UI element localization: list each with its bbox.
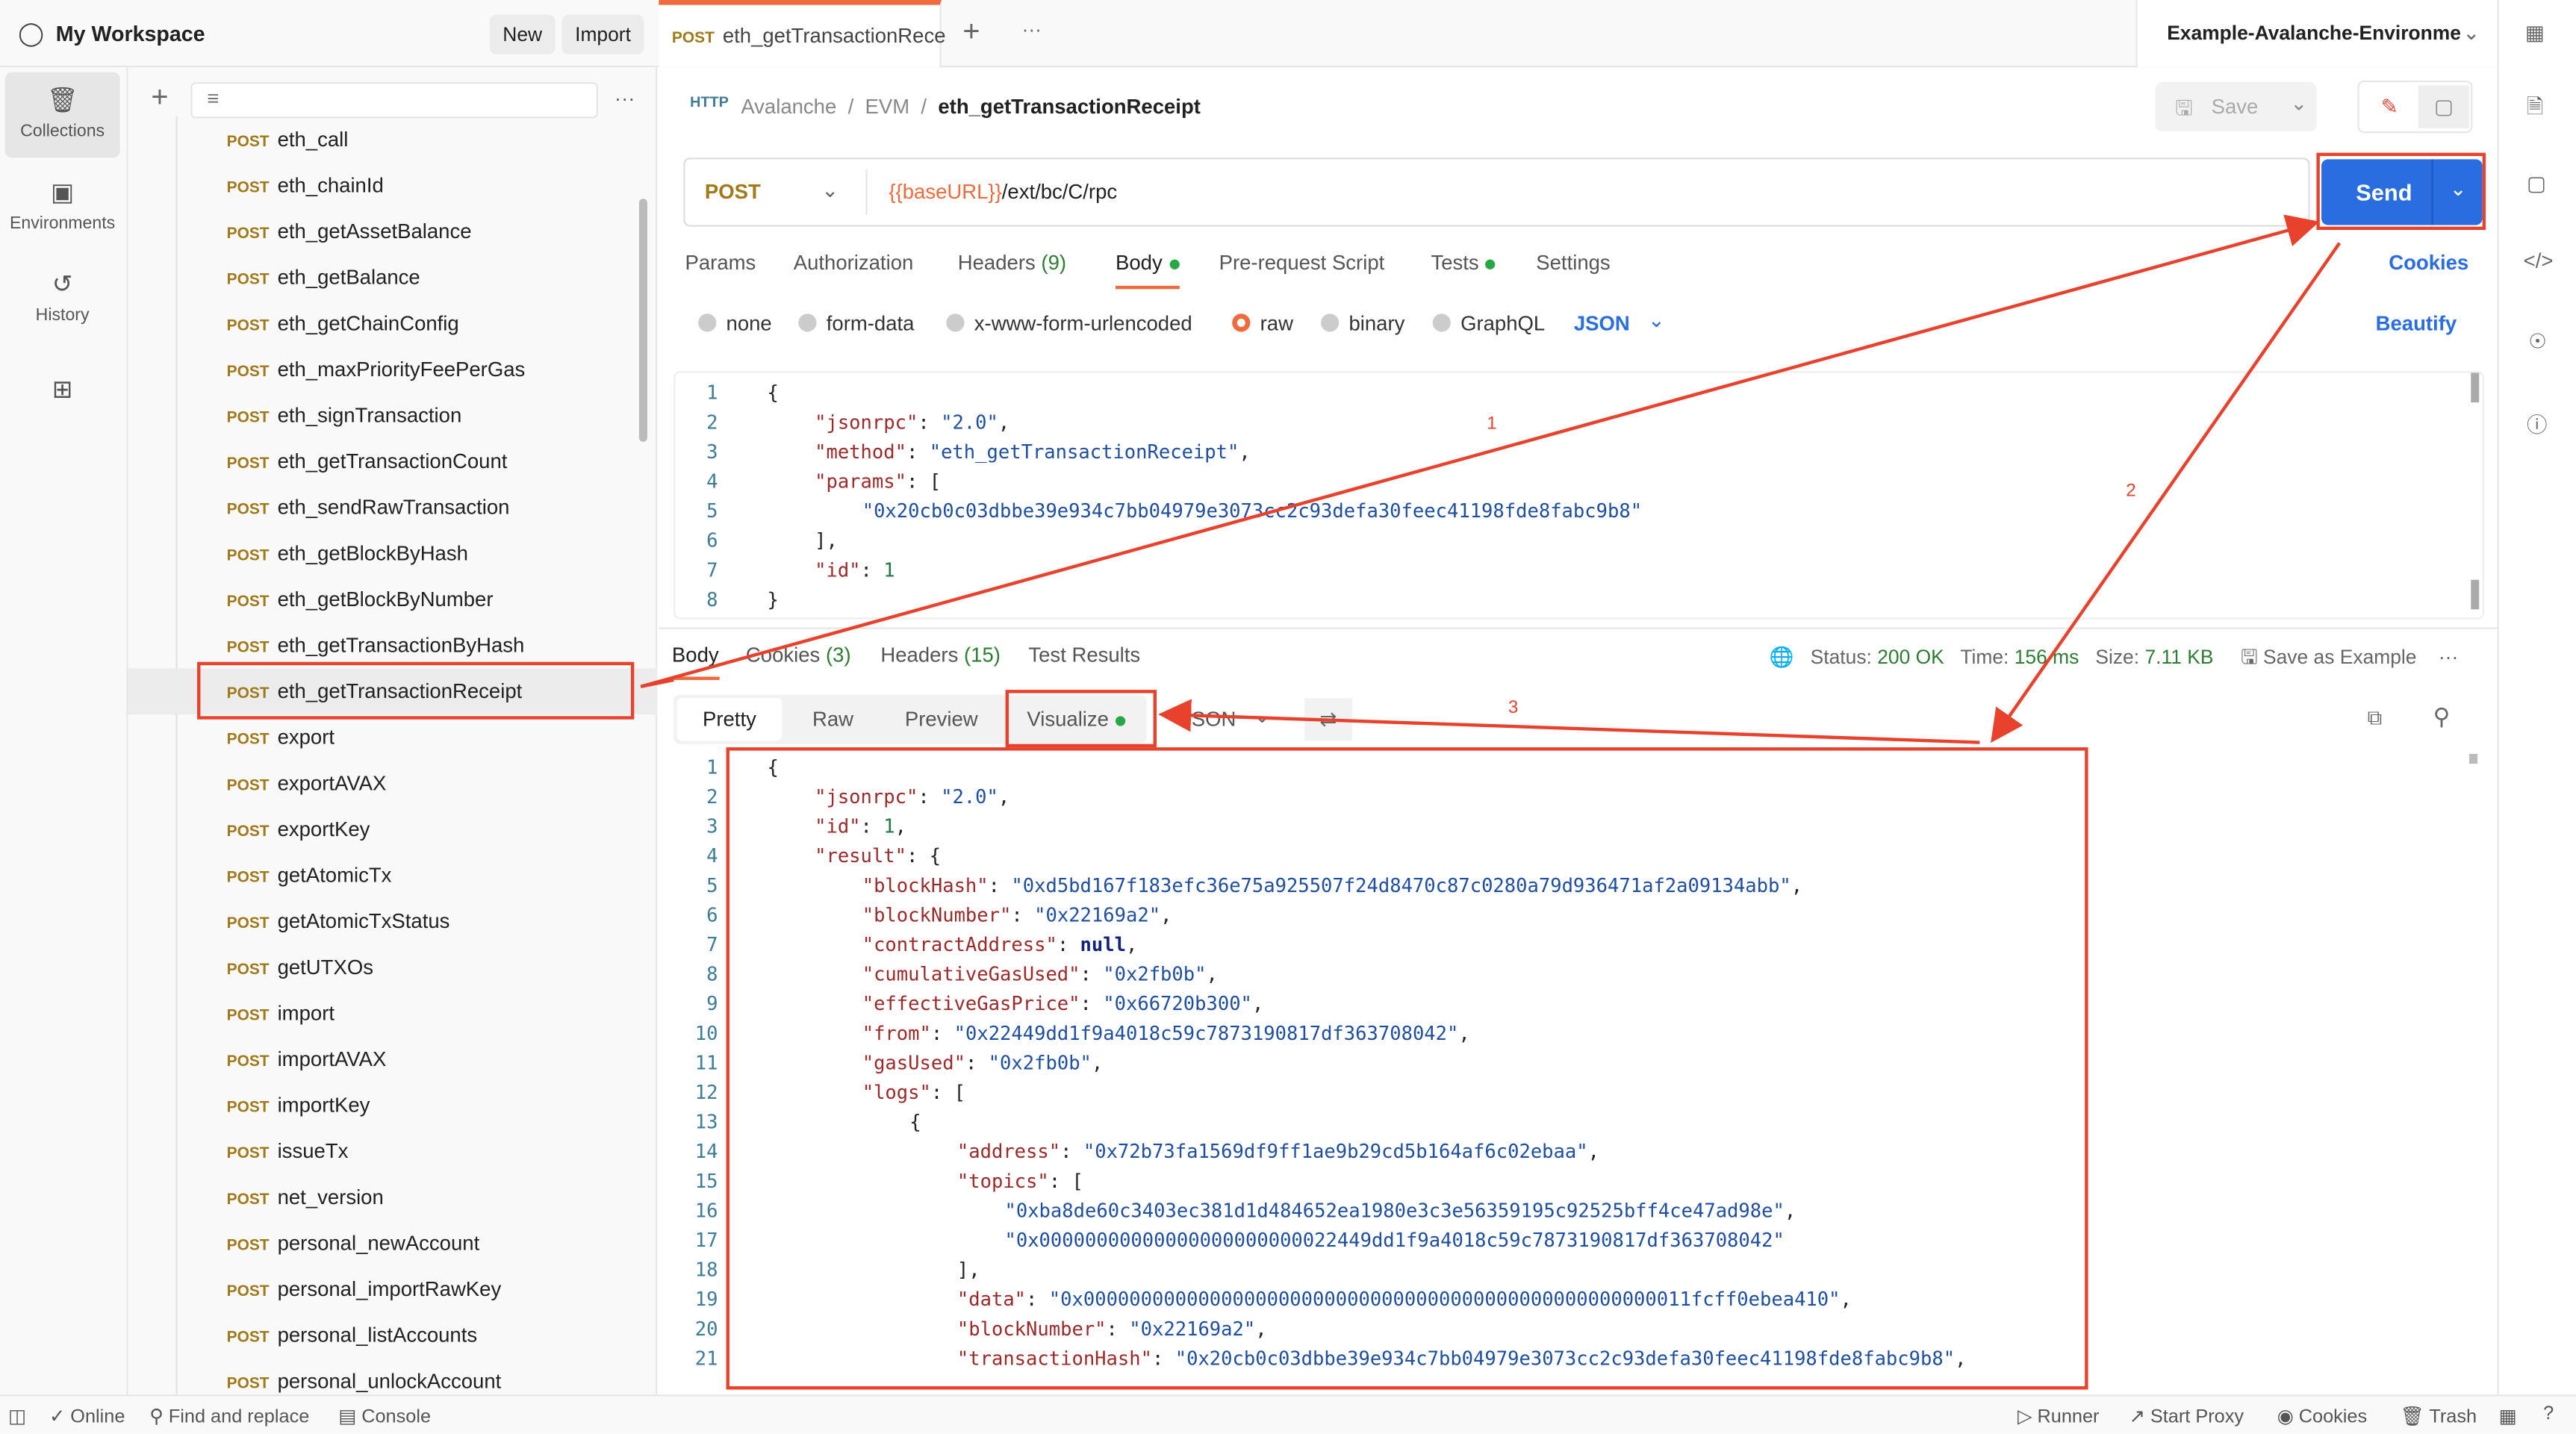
annotation-label-2: 2 — [2126, 480, 2135, 500]
arrow-1 — [640, 214, 2320, 688]
collections-icon: 🗑 — [46, 87, 78, 116]
rail-label: Collections — [20, 121, 105, 142]
rail-history[interactable]: ↺ History — [5, 256, 120, 341]
apps-icon: ⊞ — [52, 375, 73, 405]
annotation-label-3: 3 — [1508, 697, 1518, 717]
rail-collections[interactable]: 🗑 Collections — [4, 72, 120, 158]
history-icon: ↺ — [52, 271, 73, 299]
highlight-visualize-tab — [1005, 690, 1157, 748]
highlight-response-body — [726, 747, 2088, 1390]
environments-icon: ▣ — [51, 178, 75, 208]
rail-label: Environments — [9, 213, 116, 234]
arrow-3 — [1158, 699, 1980, 744]
rail-label: History — [35, 305, 90, 325]
rail-environments[interactable]: ▣ Environments — [5, 164, 120, 249]
annotation-overlay: 1 2 3 — [197, 152, 2486, 1390]
rail-apps[interactable]: ⊞ — [5, 361, 120, 446]
highlight-send-button — [2316, 152, 2486, 231]
arrow-2 — [1991, 242, 2342, 744]
annotation-label-1: 1 — [1487, 413, 1496, 433]
highlight-sidebar-item — [197, 661, 635, 720]
